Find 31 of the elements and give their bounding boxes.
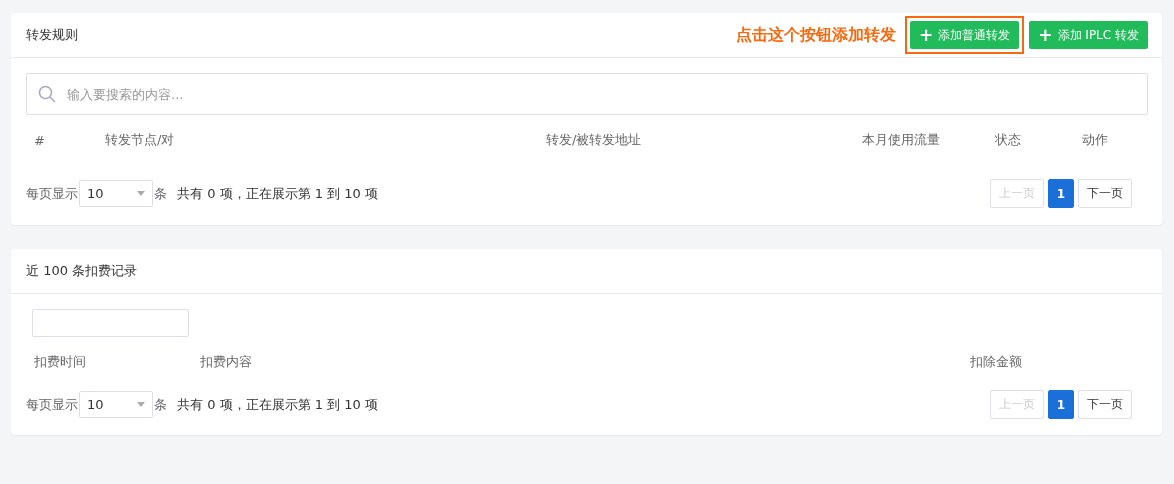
column-header: 扣费内容 — [200, 353, 253, 371]
add-forward-button[interactable]: + 添加 IPLC 转发 — [1029, 21, 1148, 49]
column-header: 扣除金额 — [970, 353, 1023, 371]
card-title: 转发规则 — [26, 26, 79, 44]
filter-field[interactable] — [32, 309, 189, 337]
pagination-summary: 共有 0 项，正在展示第 1 到 10 项 — [177, 184, 378, 203]
caret-icon — [137, 191, 145, 196]
search-icon — [38, 85, 56, 103]
column-header: 本月使用流量 — [862, 131, 941, 149]
page-number-button[interactable]: 1 — [1047, 179, 1074, 208]
card-title: 近 100 条扣费记录 — [26, 262, 139, 280]
per-page-unit: 条 — [154, 184, 167, 203]
page-number-button[interactable]: 1 — [1047, 390, 1074, 419]
per-page-label: 每页显示 — [26, 184, 78, 203]
column-header: # — [34, 132, 46, 148]
search-field[interactable]: 输入要搜索的内容... — [26, 73, 1148, 115]
column-header: 转发/被转发地址 — [546, 131, 643, 149]
per-page-select[interactable]: 10 — [79, 180, 153, 207]
caret-icon — [137, 402, 145, 407]
next-page-button[interactable]: 下一页 — [1078, 179, 1132, 208]
per-page-label: 每页显示 — [26, 395, 78, 414]
annotation-text: 点击这个按钮添加转发 — [736, 24, 897, 46]
per-page-unit: 条 — [154, 395, 167, 414]
column-header: 扣费时间 — [34, 353, 87, 371]
next-page-button[interactable]: 下一页 — [1078, 390, 1132, 419]
add-forward-button[interactable]: + 添加普通转发 — [910, 21, 1020, 49]
per-page-select[interactable]: 10 — [79, 391, 153, 418]
pagination-summary: 共有 0 项，正在展示第 1 到 10 项 — [177, 395, 378, 414]
column-header: 动作 — [1082, 131, 1109, 149]
column-header: 转发节点/对 — [105, 131, 176, 149]
column-header: 状态 — [995, 131, 1022, 149]
